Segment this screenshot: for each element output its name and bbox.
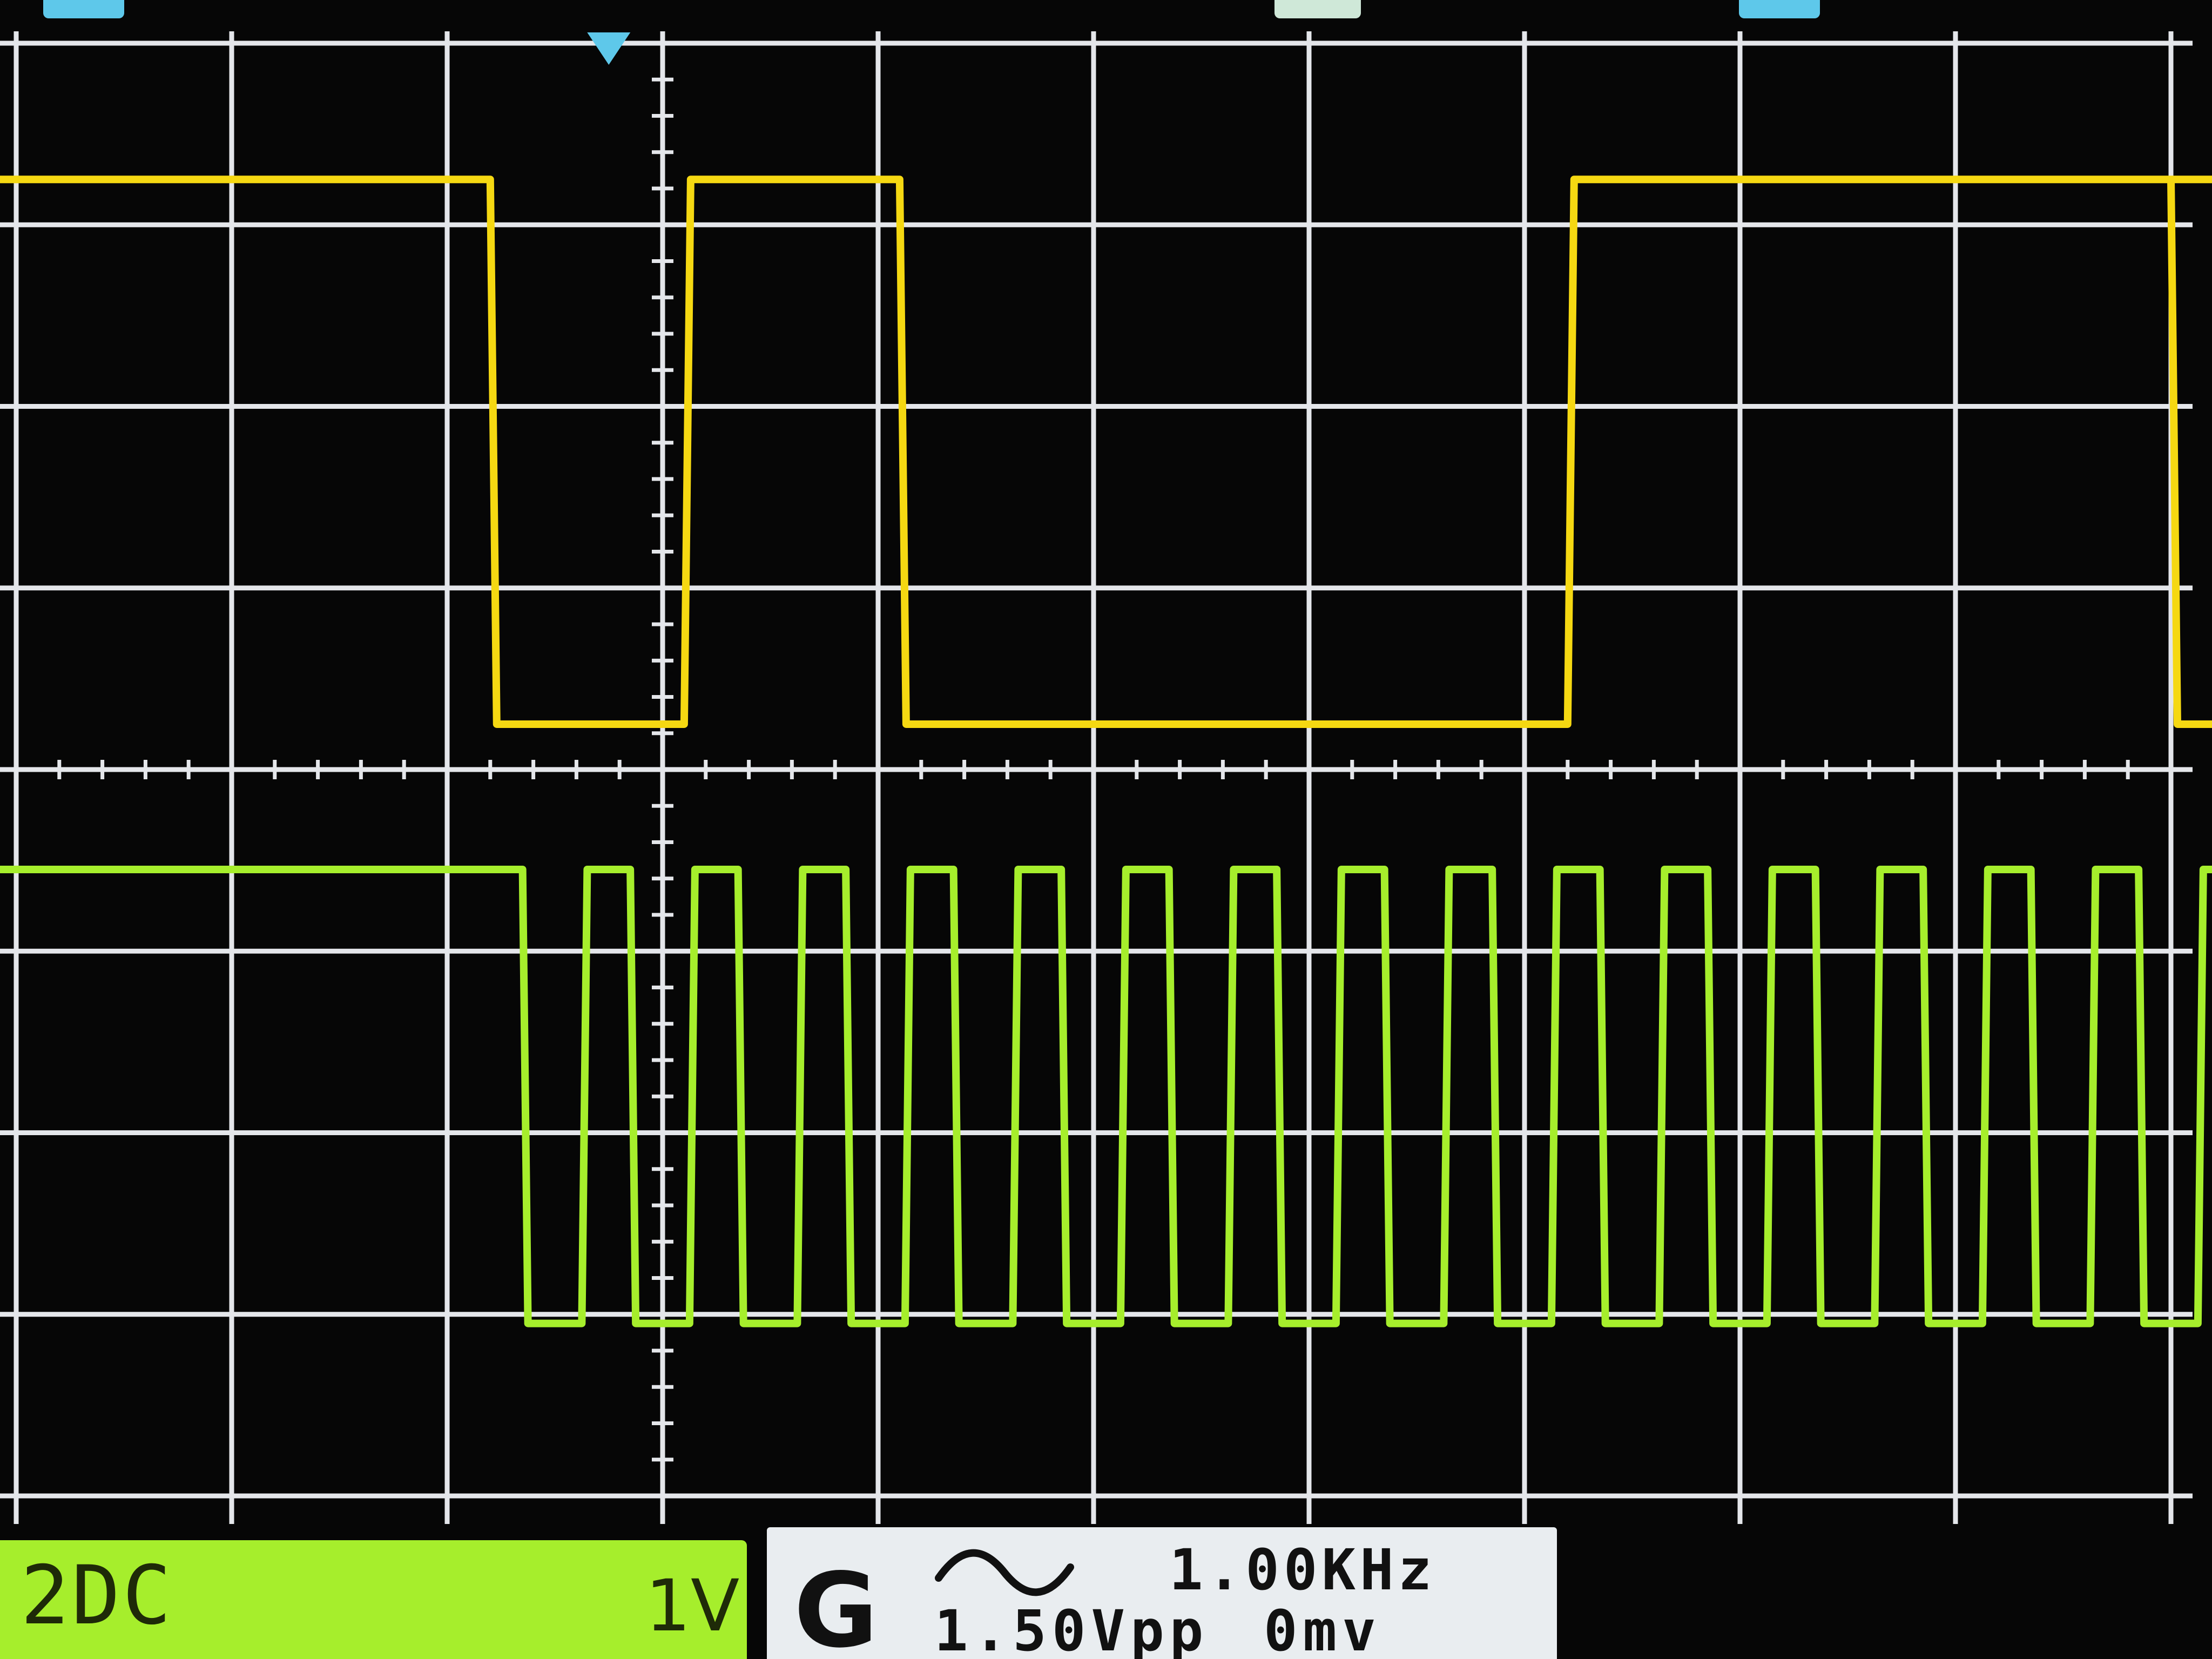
waveform-display — [0, 22, 2212, 1528]
sine-wave-icon — [935, 1549, 1074, 1596]
channel1-waveform — [0, 176, 2212, 728]
channel1-indicator-icon — [43, 0, 124, 18]
trigger-indicator-icon — [1274, 0, 1361, 18]
graticule-grid — [0, 22, 2193, 1528]
generator-source-label: G — [794, 1551, 878, 1659]
trigger-position-marker — [587, 32, 631, 65]
oscilloscope-screen: 2DC 1V G 1.00KHz 1.50Vpp 0mv — [0, 0, 2212, 1659]
channel1-trace — [0, 176, 2212, 728]
top-status-strip — [0, 0, 2212, 31]
channel2-scale-label: 1V — [645, 1564, 740, 1648]
channel2-coupling-label: 2DC — [21, 1549, 173, 1643]
channel2-trace — [0, 865, 2212, 1327]
channel2-indicator-icon — [1739, 0, 1820, 18]
channel2-waveform — [0, 865, 2212, 1327]
generator-amplitude: 1.50Vpp — [934, 1598, 1209, 1659]
generator-offset: 0mv — [1264, 1598, 1381, 1659]
generator-frequency: 1.00KHz — [1169, 1537, 1437, 1603]
